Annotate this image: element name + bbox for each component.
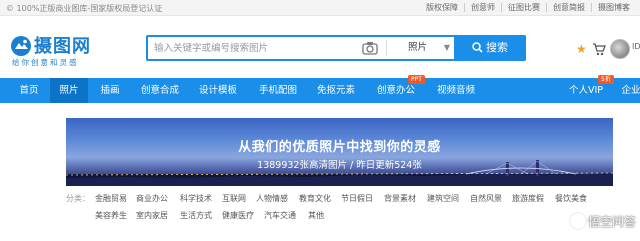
nav-item-creative-office[interactable]: 创意办公 PPT — [368, 75, 425, 103]
user-area: ★ ID — [576, 39, 640, 63]
top-link-copyright[interactable]: 版权保障 — [420, 3, 464, 12]
nav-item-video-audio[interactable]: 视频音频 — [428, 78, 484, 103]
category-home[interactable]: 室内家居 — [136, 210, 168, 221]
top-link-brief[interactable]: 创意简报 — [546, 3, 591, 12]
category-people[interactable]: 人物情感 — [256, 193, 288, 204]
top-utility-bar: © 100%正版商业图库-国家版权局登记认证 版权保障 创意师 征图比赛 创意简… — [0, 0, 640, 16]
category-business[interactable]: 商业办公 — [136, 193, 168, 204]
category-other[interactable]: 其他 — [308, 210, 324, 221]
avatar[interactable] — [610, 39, 630, 59]
category-backgrounds[interactable]: 背景素材 — [384, 193, 416, 204]
hero-banner[interactable]: 从我们的优质照片中找到你的灵感 1389932张高清图片 / 昨日更新524张 — [66, 118, 613, 186]
search-icon — [472, 42, 483, 53]
category-vehicles[interactable]: 汽车交通 — [264, 210, 296, 221]
main-nav: 首页 照片 插画 创意合成 设计模板 手机配图 免抠元素 创意办公 PPT 视频… — [0, 75, 640, 103]
category-lifestyle[interactable]: 生活方式 — [180, 210, 212, 221]
category-health[interactable]: 健康医疗 — [222, 210, 254, 221]
site-header: 摄图网 给你创意和灵感 照片 ▼ 搜索 ★ ID — [0, 17, 640, 77]
site-logo[interactable]: 摄图网 给你创意和灵感 — [10, 31, 105, 67]
category-education[interactable]: 教育文化 — [299, 193, 331, 204]
category-architecture[interactable]: 建筑空间 — [427, 193, 459, 204]
category-technology[interactable]: 科学技术 — [180, 193, 212, 204]
top-links: 版权保障 创意师 征图比赛 创意简报 摄图博客 — [420, 3, 636, 12]
category-food[interactable]: 餐饮美食 — [555, 193, 587, 204]
ppt-badge: PPT — [408, 75, 425, 84]
search-divider — [386, 40, 387, 56]
search-type-select[interactable]: 照片 ▼ — [394, 37, 454, 59]
copyright-notice: © 100%正版商业图库-国家版权局登记认证 — [6, 4, 163, 13]
nav-item-cutout-elements[interactable]: 免抠元素 — [308, 78, 364, 103]
logo-icon — [11, 36, 31, 56]
search-button[interactable]: 搜索 — [454, 35, 526, 61]
logo-slogan: 给你创意和灵感 — [12, 58, 79, 67]
chevron-down-icon: ▼ — [443, 43, 450, 52]
nav-item-photos[interactable]: 照片 — [50, 78, 88, 103]
nav-item-personal-vip[interactable]: 个人VIP 5折 — [562, 75, 614, 103]
search-type-label: 照片 — [408, 42, 428, 53]
category-holidays[interactable]: 节日假日 — [341, 193, 373, 204]
category-nature[interactable]: 自然风景 — [470, 193, 502, 204]
search-button-label: 搜索 — [486, 41, 508, 54]
nav-item-mobile-images[interactable]: 手机配图 — [250, 78, 306, 103]
user-id[interactable]: ID — [632, 42, 640, 51]
watermark: 悟空问答 — [569, 213, 636, 230]
category-finance[interactable]: 金融贸易 — [95, 193, 127, 204]
nav-item-design-template[interactable]: 设计模板 — [190, 78, 246, 103]
top-link-designer[interactable]: 创意师 — [464, 3, 501, 12]
discount-badge: 5折 — [598, 75, 614, 84]
nav-item-creative-composite[interactable]: 创意合成 — [132, 78, 188, 103]
category-travel[interactable]: 旅游度假 — [512, 193, 544, 204]
cart-icon[interactable] — [592, 42, 606, 56]
category-internet[interactable]: 互联网 — [222, 193, 246, 204]
logo-title: 摄图网 — [34, 36, 91, 57]
camera-icon[interactable] — [362, 41, 378, 55]
category-beauty[interactable]: 美容养生 — [95, 210, 127, 221]
search-input[interactable] — [148, 37, 358, 59]
search-bar: 照片 ▼ 搜索 — [146, 35, 526, 61]
top-link-contest[interactable]: 征图比赛 — [501, 3, 546, 12]
favorites-star-icon[interactable]: ★ — [576, 42, 587, 56]
top-link-blog[interactable]: 摄图博客 — [591, 3, 636, 12]
category-label: 分类： — [66, 194, 90, 203]
watermark-text: 悟空问答 — [587, 215, 636, 229]
watermark-logo-icon — [569, 213, 586, 229]
nav-item-home[interactable]: 首页 — [8, 78, 50, 103]
nav-item-enterprise[interactable]: 企业 — [616, 78, 640, 103]
banner-subtitle: 1389932张高清图片 / 昨日更新524张 — [257, 160, 422, 171]
banner-title: 从我们的优质照片中找到你的灵感 — [238, 140, 441, 155]
nav-item-illustration[interactable]: 插画 — [90, 78, 130, 103]
